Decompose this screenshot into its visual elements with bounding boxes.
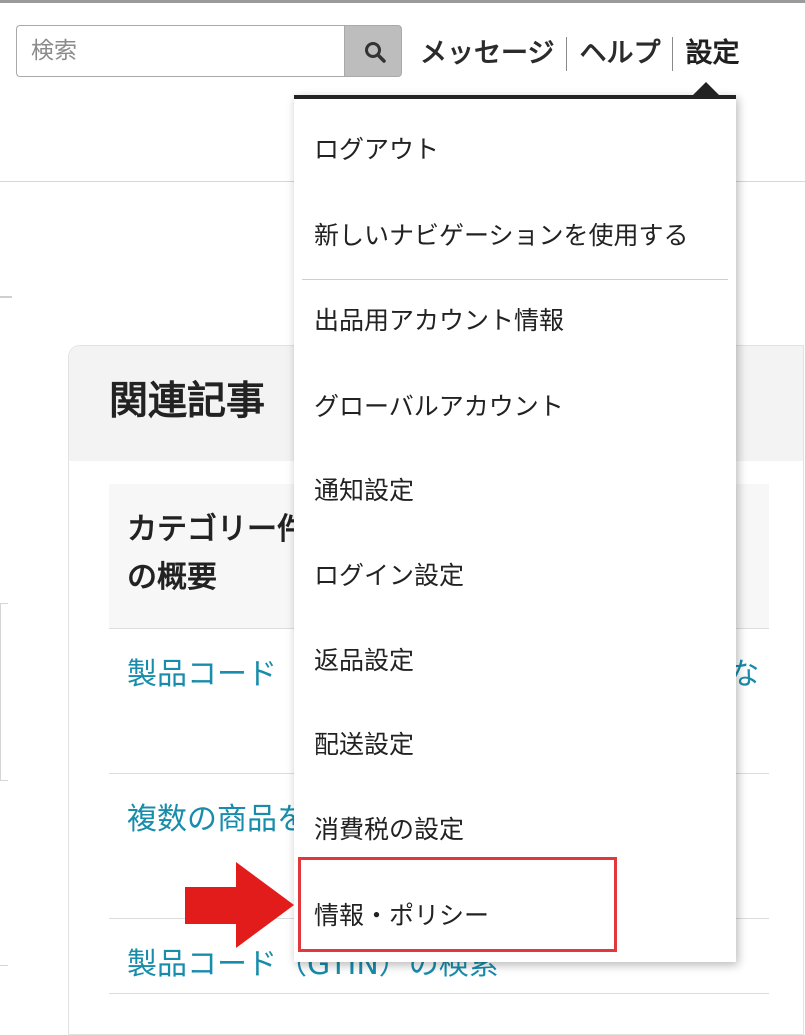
related-articles-title: 関連記事 xyxy=(109,379,266,424)
top-navigation: メッセージ ヘルプ 設定 xyxy=(420,33,739,75)
top-border xyxy=(0,0,805,3)
nav-separator xyxy=(566,37,568,71)
menu-item-logout[interactable]: ログアウト xyxy=(294,126,736,174)
menu-item-info-policy[interactable]: 情報・ポリシー xyxy=(294,892,736,940)
left-content-table-edge xyxy=(0,603,8,781)
article-category-title: カテゴリー件の概要 xyxy=(127,512,307,595)
search-box xyxy=(16,25,402,77)
menu-item-shipping-settings[interactable]: 配送設定 xyxy=(294,721,736,769)
menu-item-seller-account-info[interactable]: 出品用アカウント情報 xyxy=(294,297,736,345)
settings-dropdown-menu: ログアウト 新しいナビゲーションを使用する 出品用アカウント情報 グローバルアカ… xyxy=(294,95,736,962)
menu-item-global-account[interactable]: グローバルアカウント xyxy=(294,383,736,431)
menu-item-notification-settings[interactable]: 通知設定 xyxy=(294,467,736,515)
search-input[interactable] xyxy=(16,25,344,77)
settings-menu-caret xyxy=(693,82,719,95)
menu-item-return-settings[interactable]: 返品設定 xyxy=(294,637,736,685)
left-content-border xyxy=(0,296,12,298)
menu-divider xyxy=(302,279,728,280)
search-button[interactable] xyxy=(344,25,402,77)
left-content-border xyxy=(0,965,8,966)
search-icon xyxy=(365,42,386,63)
settings-link[interactable]: 設定 xyxy=(685,33,739,75)
messages-link[interactable]: メッセージ xyxy=(420,33,554,75)
nav-separator xyxy=(672,37,674,71)
help-link[interactable]: ヘルプ xyxy=(579,33,660,75)
menu-item-new-navigation[interactable]: 新しいナビゲーションを使用する xyxy=(294,212,736,260)
red-arrow-shaft xyxy=(185,887,237,924)
red-arrow-icon xyxy=(236,862,294,948)
menu-item-tax-settings[interactable]: 消費税の設定 xyxy=(294,806,736,854)
menu-item-login-settings[interactable]: ログイン設定 xyxy=(294,552,736,600)
